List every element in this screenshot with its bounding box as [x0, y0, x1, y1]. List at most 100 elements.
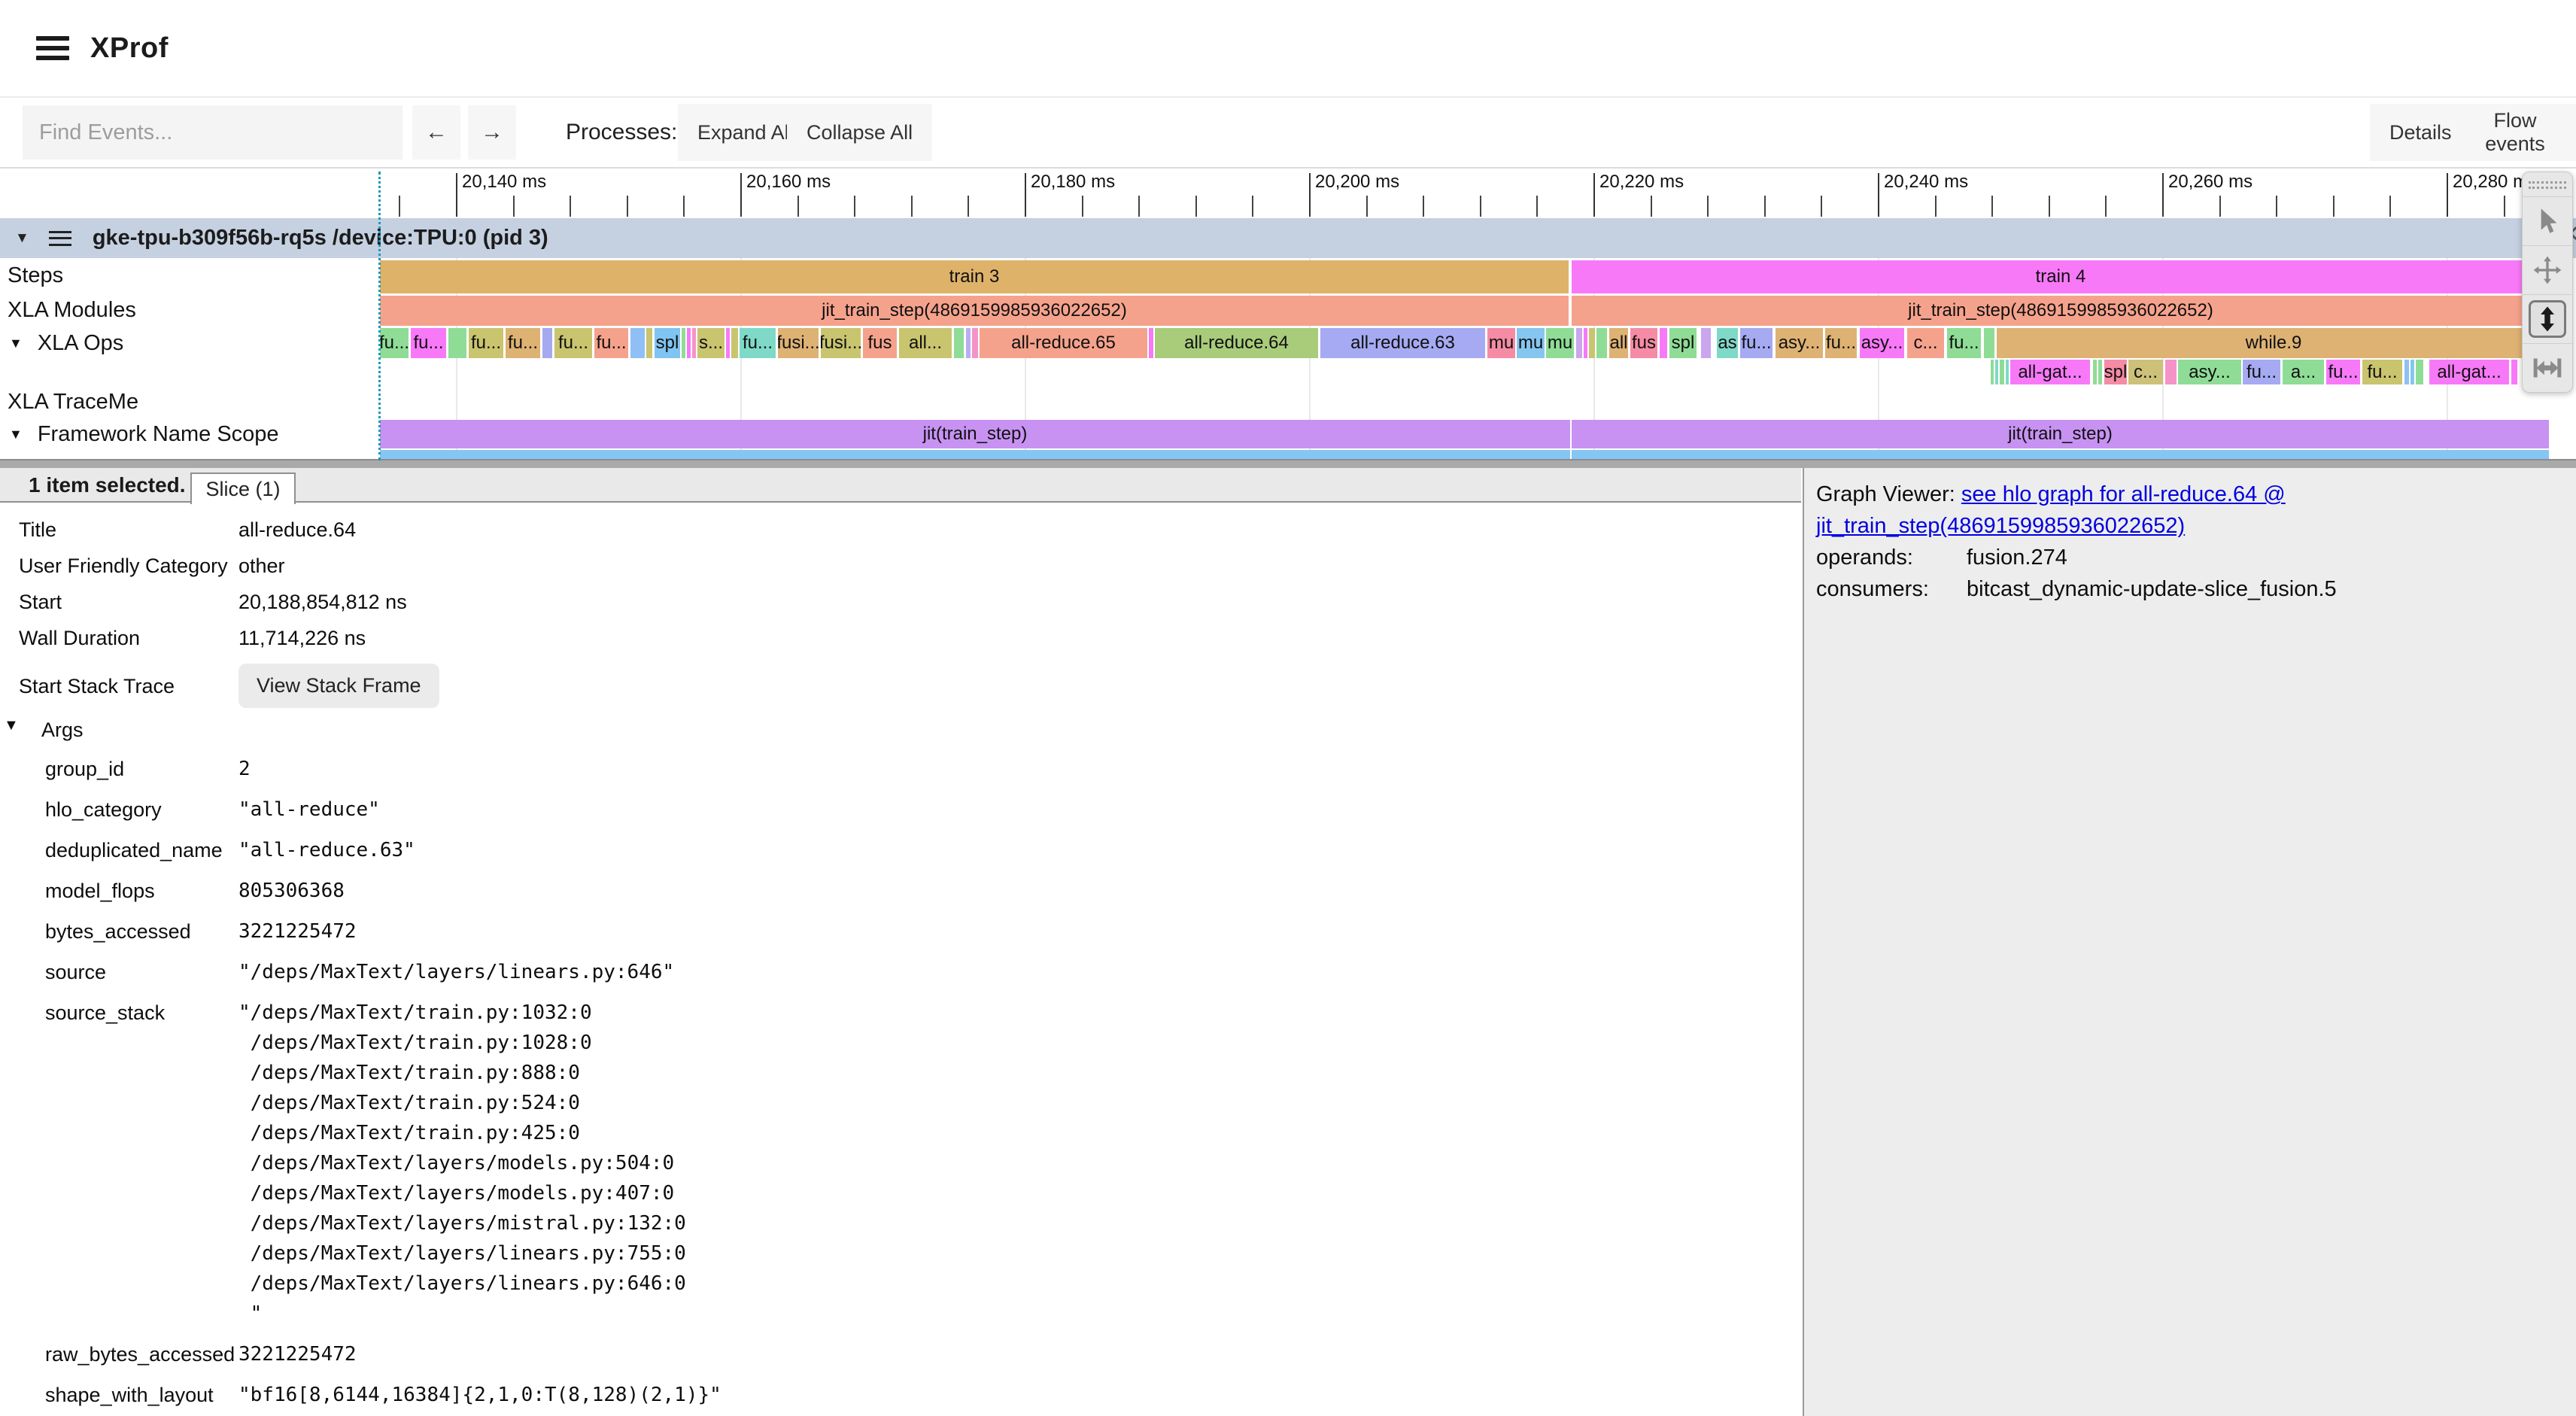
xla-ops-track-event[interactable]: all-reduce.65: [980, 328, 1147, 358]
xla-ops-subtrack-event[interactable]: c...: [2128, 360, 2163, 384]
xla-ops-track-event[interactable]: s...: [697, 328, 724, 358]
xla-ops-track-event[interactable]: spl: [1669, 328, 1697, 358]
xla-ops-track-event[interactable]: all: [1609, 328, 1628, 358]
framework-name-scope-track-event[interactable]: jit(train_step): [380, 420, 1570, 448]
xla-ops-track-event[interactable]: [1701, 328, 1711, 358]
args-section-header[interactable]: ▼Args: [19, 719, 1787, 742]
xla-ops-subtrack-event[interactable]: fu...: [2326, 360, 2360, 384]
xla-ops-subtrack-event[interactable]: [2511, 360, 2517, 384]
xla-ops-track-event[interactable]: asy...: [1860, 328, 1904, 358]
xla-ops-track-event[interactable]: fusi...: [778, 328, 819, 358]
xla-ops-track-event[interactable]: all-reduce.64: [1155, 328, 1318, 358]
xla-ops-track-event[interactable]: [1596, 328, 1607, 358]
xla-ops-subtrack-event[interactable]: spl: [2104, 360, 2127, 384]
xla-ops-subtrack-event[interactable]: [2410, 360, 2414, 384]
xla-ops-track-event[interactable]: fu...: [1740, 328, 1773, 358]
xla-ops-track-event[interactable]: [448, 328, 466, 358]
xla-ops-track-event[interactable]: fu...: [740, 328, 776, 358]
xla-ops-track-event[interactable]: mu: [1546, 328, 1574, 358]
xla-modules-track-event[interactable]: jit_train_step(4869159985936022652): [380, 296, 1569, 326]
xla-ops-subtrack-event[interactable]: [2006, 360, 2009, 384]
xla-ops-track-event[interactable]: all...: [899, 328, 952, 358]
device-row[interactable]: ▼ gke-tpu-b309f56b-rq5s /device:TPU:0 (p…: [0, 218, 2576, 258]
xla-ops-track-event[interactable]: mu: [1487, 328, 1515, 358]
track-label-xla-ops[interactable]: ▼XLA Ops: [0, 327, 376, 360]
xla-ops-track-event[interactable]: [1660, 328, 1667, 358]
next-event-button[interactable]: →: [468, 105, 516, 160]
track-label-xla-modules[interactable]: XLA Modules: [0, 293, 376, 327]
xla-ops-track-event[interactable]: all-reduce.63: [1320, 328, 1485, 358]
xla-ops-subtrack-event[interactable]: fu...: [2362, 360, 2402, 384]
framework-name-scope-track-event[interactable]: jit(train_step): [1572, 420, 2549, 448]
xla-ops-track-event[interactable]: [954, 328, 964, 358]
xla-ops-track-event[interactable]: fus: [863, 328, 897, 358]
xla-ops-track-event[interactable]: [966, 328, 971, 358]
xla-ops-track-event[interactable]: fu...: [506, 328, 540, 358]
xla-ops-track-event[interactable]: spl: [655, 328, 680, 358]
xla-ops-subtrack-event[interactable]: all-gat...: [2429, 360, 2509, 384]
track-label-framework-name-scope[interactable]: ▼Framework Name Scope: [0, 418, 376, 450]
search-input[interactable]: [23, 105, 402, 160]
xla-ops-subtrack-event[interactable]: [2000, 360, 2004, 384]
xla-ops-subtrack-event[interactable]: asy...: [2178, 360, 2241, 384]
xla-ops-track-event[interactable]: [542, 328, 552, 358]
xla-ops-track-event[interactable]: [646, 328, 652, 358]
xla-ops-track-event[interactable]: [731, 328, 738, 358]
xla-ops-subtrack-event[interactable]: [2404, 360, 2409, 384]
xla-ops-subtrack-event[interactable]: [1991, 360, 1994, 384]
xla-ops-track-event[interactable]: c...: [1907, 328, 1944, 358]
track-label-xla-traceme[interactable]: XLA TraceMe: [0, 385, 376, 418]
selection-cursor-tool[interactable]: [2523, 196, 2572, 245]
xla-ops-subtrack-event[interactable]: [2165, 360, 2177, 384]
xla-ops-subtrack-event[interactable]: [2093, 360, 2097, 384]
steps-track-event[interactable]: train 3: [380, 260, 1569, 293]
xla-ops-subtrack-event[interactable]: a...: [2283, 360, 2324, 384]
xla-ops-track-event[interactable]: [1584, 328, 1587, 358]
zoom-horizontal-tool[interactable]: [2523, 343, 2572, 392]
track-label-steps[interactable]: Steps: [0, 258, 376, 293]
xla-ops-track-event[interactable]: fu...: [411, 328, 446, 358]
xla-ops-track-event[interactable]: fusi...: [821, 328, 861, 358]
xla-ops-track-event[interactable]: fu...: [469, 328, 503, 358]
xla-ops-track-event[interactable]: [692, 328, 696, 358]
xla-ops-track-event[interactable]: asy...: [1776, 328, 1823, 358]
xla-ops-track-event[interactable]: fu...: [594, 328, 628, 358]
xla-ops-track-event[interactable]: [630, 328, 645, 358]
ruler-minor-tick: [2105, 196, 2107, 217]
xla-ops-subtrack-event[interactable]: [1995, 360, 1998, 384]
xla-ops-track-event[interactable]: fu...: [554, 328, 592, 358]
xla-ops-subtrack-event[interactable]: [2098, 360, 2102, 384]
view-stack-frame-button[interactable]: View Stack Frame: [238, 664, 439, 708]
xla-ops-track-event[interactable]: fu...: [380, 328, 409, 358]
steps-track-event[interactable]: train 4: [1572, 260, 2550, 293]
xla-ops-track-event[interactable]: [1589, 328, 1595, 358]
tab-slice[interactable]: Slice (1): [190, 473, 296, 504]
xla-ops-track-event[interactable]: as: [1717, 328, 1738, 358]
xla-ops-subtrack-event[interactable]: fu...: [2243, 360, 2280, 384]
collapse-all-button[interactable]: Collapse All: [787, 104, 932, 161]
xla-ops-track-event[interactable]: fus: [1630, 328, 1657, 358]
panel-divider[interactable]: [0, 459, 2576, 468]
collapse-device-icon[interactable]: ▼: [15, 230, 29, 247]
xla-ops-subtrack-event[interactable]: [2416, 360, 2423, 384]
xla-ops-track-event[interactable]: [682, 328, 685, 358]
xla-ops-track-event[interactable]: while.9: [1997, 328, 2550, 358]
xla-ops-track-event[interactable]: [1576, 328, 1582, 358]
xla-ops-track-event[interactable]: fu...: [1947, 328, 1981, 358]
zoom-vertical-tool[interactable]: [2523, 294, 2572, 343]
prev-event-button[interactable]: ←: [412, 105, 460, 160]
menu-icon[interactable]: [36, 36, 69, 60]
flow-events-button[interactable]: Flow events: [2454, 104, 2576, 161]
xla-modules-track-event[interactable]: jit_train_step(4869159985936022652): [1572, 296, 2550, 326]
xla-ops-track-event[interactable]: [1984, 328, 1994, 358]
pan-tool[interactable]: [2523, 245, 2572, 294]
palette-drag-handle[interactable]: [2523, 172, 2572, 196]
xla-ops-track-event[interactable]: [972, 328, 978, 358]
device-menu-icon[interactable]: [49, 231, 71, 246]
xla-ops-subtrack-event[interactable]: all-gat...: [2010, 360, 2090, 384]
xla-ops-track-event[interactable]: [687, 328, 691, 358]
xla-ops-track-event[interactable]: [1149, 328, 1153, 358]
xla-ops-track-event[interactable]: mu: [1517, 328, 1545, 358]
xla-ops-track-event[interactable]: fu...: [1825, 328, 1857, 358]
xla-ops-track-event[interactable]: [726, 328, 730, 358]
